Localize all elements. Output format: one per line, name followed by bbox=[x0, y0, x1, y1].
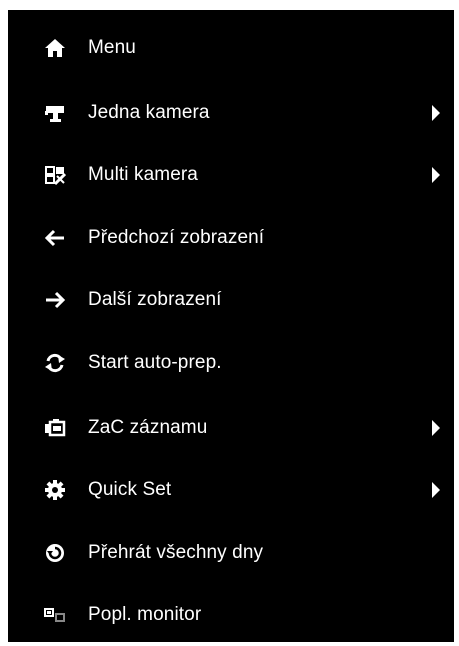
menu-item-label: Menu bbox=[88, 37, 136, 58]
menu-item-start-auto-switch[interactable]: Start auto-prep. bbox=[8, 338, 454, 388]
menu-item-label: Popl. monitor bbox=[88, 604, 202, 625]
menu-item-label: Předchozí zobrazení bbox=[88, 227, 265, 248]
menu-item-single-camera[interactable]: Jedna kamera bbox=[8, 88, 454, 138]
home-icon bbox=[44, 37, 66, 59]
menu-item-aux-monitor[interactable]: Popl. monitor bbox=[8, 590, 454, 640]
menu-item-label: Start auto-prep. bbox=[88, 352, 222, 373]
submenu-arrow-icon bbox=[432, 167, 440, 183]
menu-item-label: Quick Set bbox=[88, 479, 172, 500]
arrow-right-icon bbox=[44, 289, 66, 311]
refresh-icon bbox=[44, 352, 66, 374]
menu-item-label: ZaC záznamu bbox=[88, 417, 208, 438]
submenu-arrow-icon bbox=[432, 482, 440, 498]
camera-icon bbox=[44, 102, 66, 124]
menu-item-quick-set[interactable]: Quick Set bbox=[8, 465, 454, 515]
arrow-left-icon bbox=[44, 227, 66, 249]
playback-icon bbox=[44, 542, 66, 564]
monitor-switch-icon bbox=[44, 604, 66, 626]
menu-item-start-recording[interactable]: ZaC záznamu bbox=[8, 403, 454, 453]
menu-item-playback-all-day[interactable]: Přehrát všechny dny bbox=[8, 528, 454, 578]
context-menu: Menu Jedna kamera Multi kamera Předchozí… bbox=[8, 10, 454, 642]
menu-item-multi-camera[interactable]: Multi kamera bbox=[8, 150, 454, 200]
menu-item-menu[interactable]: Menu bbox=[8, 23, 454, 73]
menu-item-label: Jedna kamera bbox=[88, 102, 210, 123]
gear-icon bbox=[44, 479, 66, 501]
submenu-arrow-icon bbox=[432, 420, 440, 436]
submenu-arrow-icon bbox=[432, 105, 440, 121]
menu-item-label: Přehrát všechny dny bbox=[88, 542, 264, 563]
menu-item-previous-view[interactable]: Předchozí zobrazení bbox=[8, 213, 454, 263]
menu-item-label: Další zobrazení bbox=[88, 289, 222, 310]
menu-item-next-view[interactable]: Další zobrazení bbox=[8, 275, 454, 325]
record-camera-icon bbox=[44, 417, 66, 439]
multi-camera-icon bbox=[44, 164, 66, 186]
menu-item-label: Multi kamera bbox=[88, 164, 198, 185]
